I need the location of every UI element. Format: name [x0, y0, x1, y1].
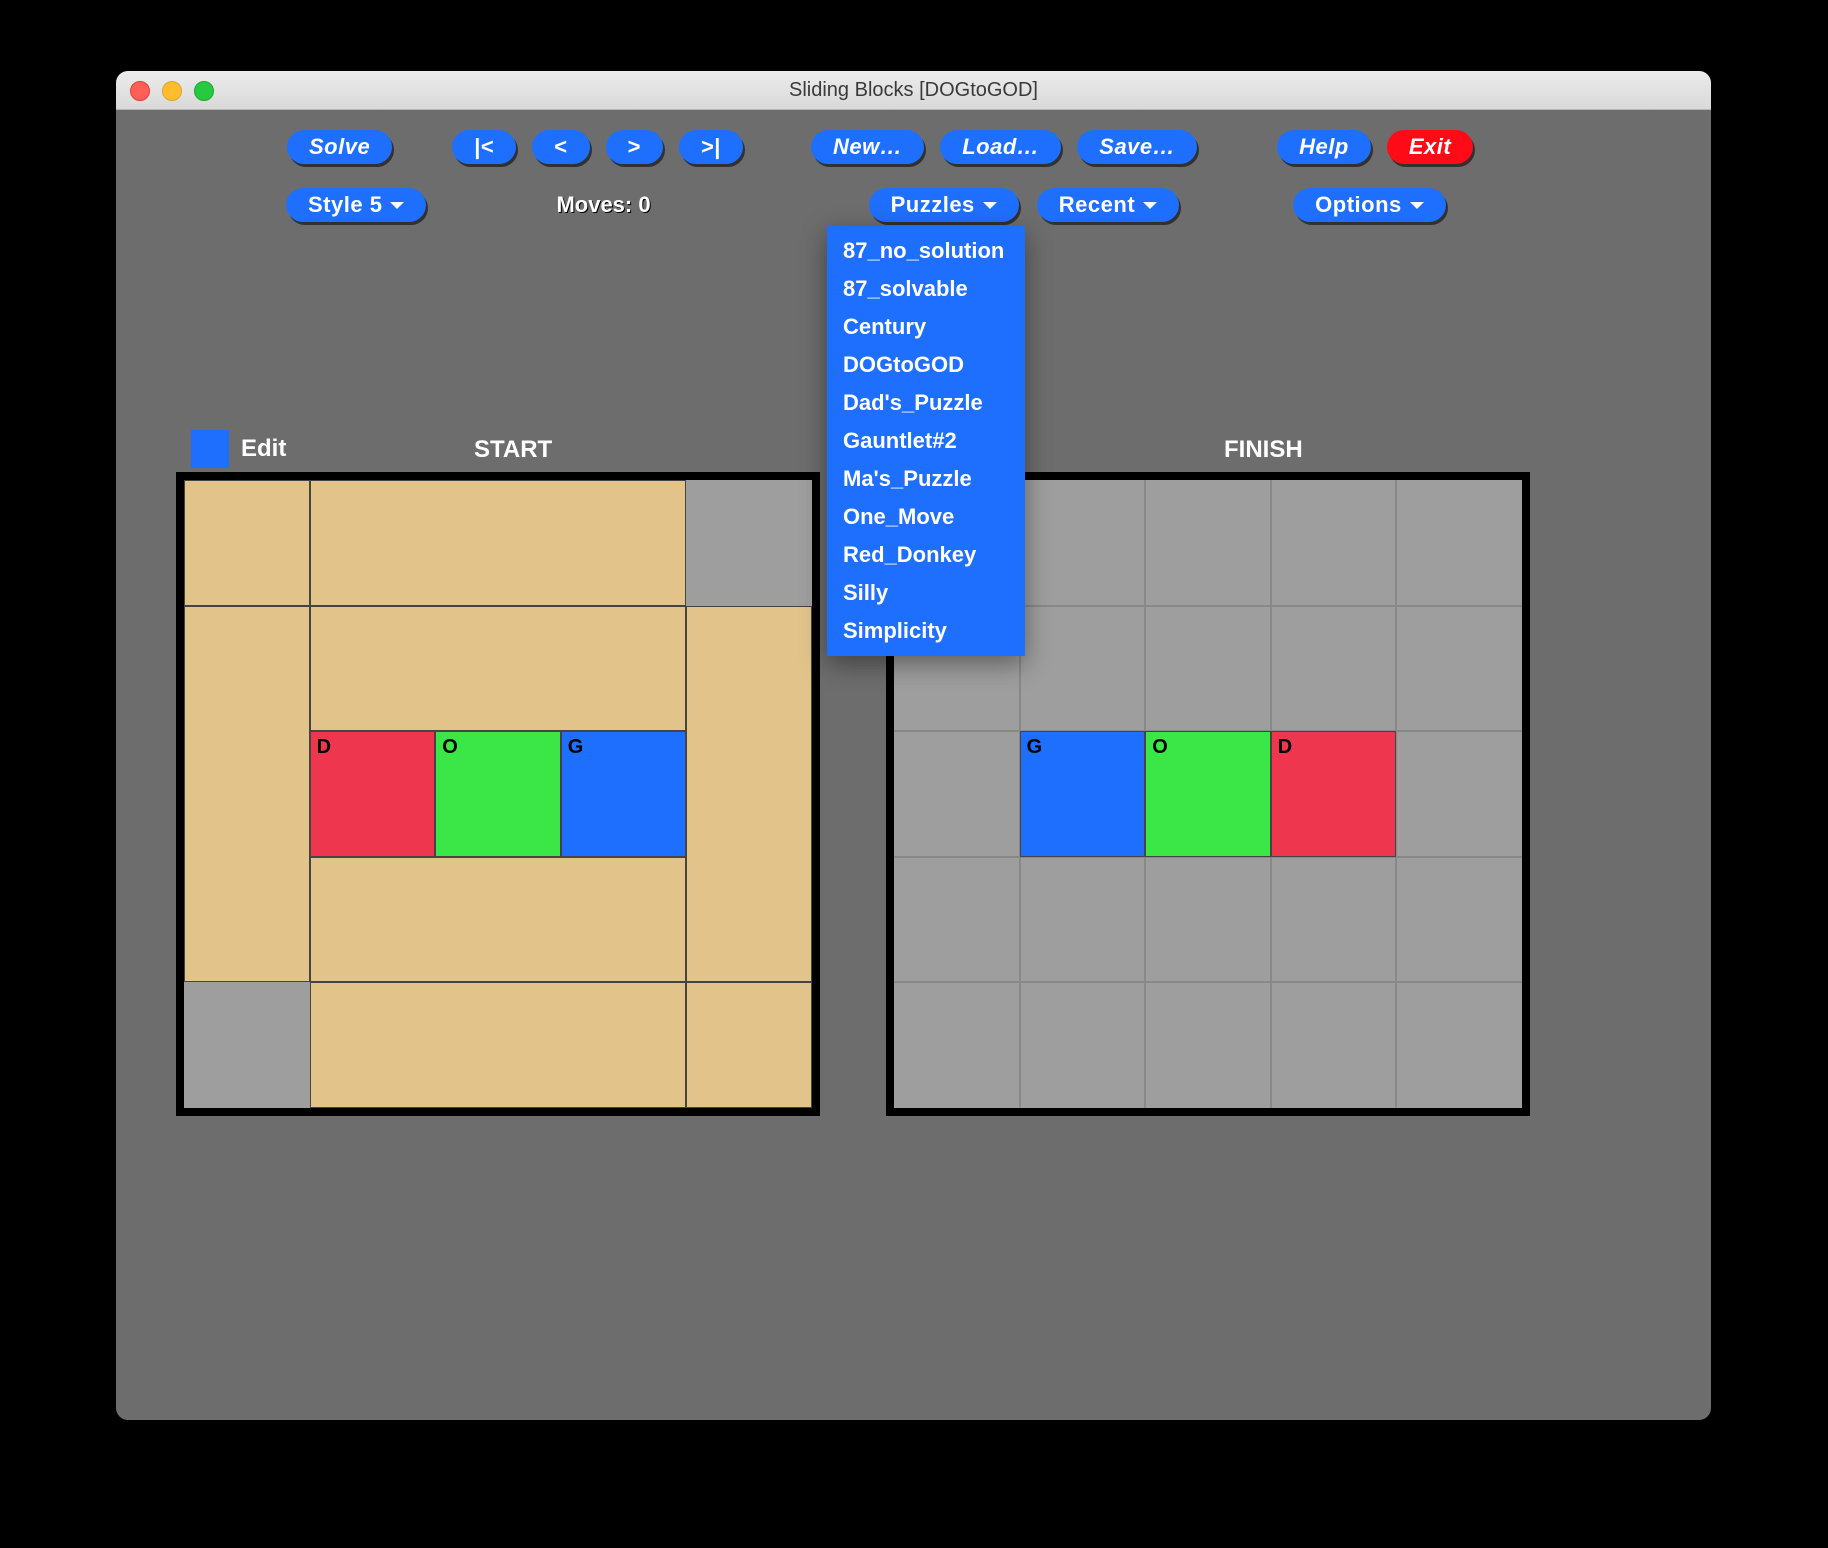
edit-toggle[interactable]: Edit	[191, 430, 286, 468]
puzzles-menu-item[interactable]: Simplicity	[827, 612, 1025, 650]
puzzle-piece[interactable]	[184, 480, 310, 606]
puzzles-label: Puzzles	[891, 192, 975, 218]
piece-label: G	[568, 736, 584, 758]
chevron-down-icon	[983, 202, 997, 216]
puzzles-menu-item[interactable]: Gauntlet#2	[827, 422, 1025, 460]
options-dropdown[interactable]: Options	[1293, 188, 1446, 222]
chevron-down-icon	[1143, 202, 1157, 216]
piece-label: O	[1152, 736, 1168, 758]
app-window: Sliding Blocks [DOGtoGOD] Solve |< < > >…	[116, 71, 1711, 1420]
edit-label: Edit	[241, 435, 286, 463]
content-area: Solve |< < > >| New… Load… Save… Help Ex…	[116, 110, 1711, 1421]
help-button[interactable]: Help	[1277, 130, 1371, 164]
toolbar-row-2: Style 5 Moves: 0 Puzzles Recent Options	[116, 188, 1711, 222]
puzzle-piece[interactable]: O	[1145, 731, 1271, 857]
start-board-label: START	[474, 436, 552, 464]
piece-label: D	[1278, 736, 1292, 758]
new-button[interactable]: New…	[811, 130, 924, 164]
puzzles-menu-item[interactable]: Ma's_Puzzle	[827, 460, 1025, 498]
recent-label: Recent	[1059, 192, 1135, 218]
puzzles-menu: 87_no_solution87_solvableCenturyDOGtoGOD…	[827, 226, 1025, 656]
puzzles-dropdown[interactable]: Puzzles	[869, 188, 1019, 222]
chevron-down-icon	[1410, 202, 1424, 216]
puzzle-piece[interactable]: G	[1020, 731, 1146, 857]
zoom-window-icon[interactable]	[194, 81, 214, 101]
puzzle-piece[interactable]: G	[561, 731, 687, 857]
puzzles-menu-item[interactable]: Red_Donkey	[827, 536, 1025, 574]
prev-step-button[interactable]: <	[532, 130, 589, 164]
first-step-button[interactable]: |<	[452, 130, 516, 164]
puzzles-menu-item[interactable]: Century	[827, 308, 1025, 346]
puzzles-menu-item[interactable]: Dad's_Puzzle	[827, 384, 1025, 422]
load-button[interactable]: Load…	[940, 130, 1061, 164]
moves-counter: Moves: 0	[556, 192, 650, 218]
puzzles-menu-item[interactable]: DOGtoGOD	[827, 346, 1025, 384]
exit-button[interactable]: Exit	[1387, 130, 1473, 164]
piece-label: G	[1027, 736, 1043, 758]
puzzle-piece[interactable]: O	[435, 731, 561, 857]
recent-dropdown[interactable]: Recent	[1037, 188, 1179, 222]
style-dropdown[interactable]: Style 5	[286, 188, 426, 222]
puzzle-piece[interactable]	[686, 606, 812, 983]
edit-color-swatch	[191, 430, 229, 468]
chevron-down-icon	[390, 202, 404, 216]
close-window-icon[interactable]	[130, 81, 150, 101]
minimize-window-icon[interactable]	[162, 81, 182, 101]
finish-board-label: FINISH	[1224, 436, 1303, 464]
piece-label: O	[442, 736, 458, 758]
titlebar: Sliding Blocks [DOGtoGOD]	[116, 71, 1711, 110]
last-step-button[interactable]: >|	[679, 130, 743, 164]
puzzle-piece[interactable]: D	[1271, 731, 1397, 857]
style-label: Style 5	[308, 192, 382, 218]
toolbar-row-1: Solve |< < > >| New… Load… Save… Help Ex…	[116, 130, 1711, 164]
save-button[interactable]: Save…	[1077, 130, 1197, 164]
window-title: Sliding Blocks [DOGtoGOD]	[116, 79, 1711, 102]
puzzles-menu-item[interactable]: Silly	[827, 574, 1025, 612]
puzzles-menu-item[interactable]: 87_no_solution	[827, 232, 1025, 270]
solve-button[interactable]: Solve	[287, 130, 392, 164]
start-board[interactable]: DOG	[176, 472, 820, 1116]
puzzle-piece[interactable]	[310, 480, 687, 606]
piece-label: D	[317, 736, 331, 758]
puzzle-piece[interactable]: D	[310, 731, 436, 857]
next-step-button[interactable]: >	[606, 130, 663, 164]
puzzles-menu-item[interactable]: One_Move	[827, 498, 1025, 536]
puzzle-piece[interactable]	[184, 606, 310, 983]
puzzle-piece[interactable]	[686, 982, 812, 1108]
options-label: Options	[1315, 192, 1402, 218]
puzzles-menu-item[interactable]: 87_solvable	[827, 270, 1025, 308]
window-controls	[130, 81, 214, 101]
puzzle-piece[interactable]	[310, 606, 687, 732]
puzzle-piece[interactable]	[310, 857, 687, 983]
puzzle-piece[interactable]	[310, 982, 687, 1108]
